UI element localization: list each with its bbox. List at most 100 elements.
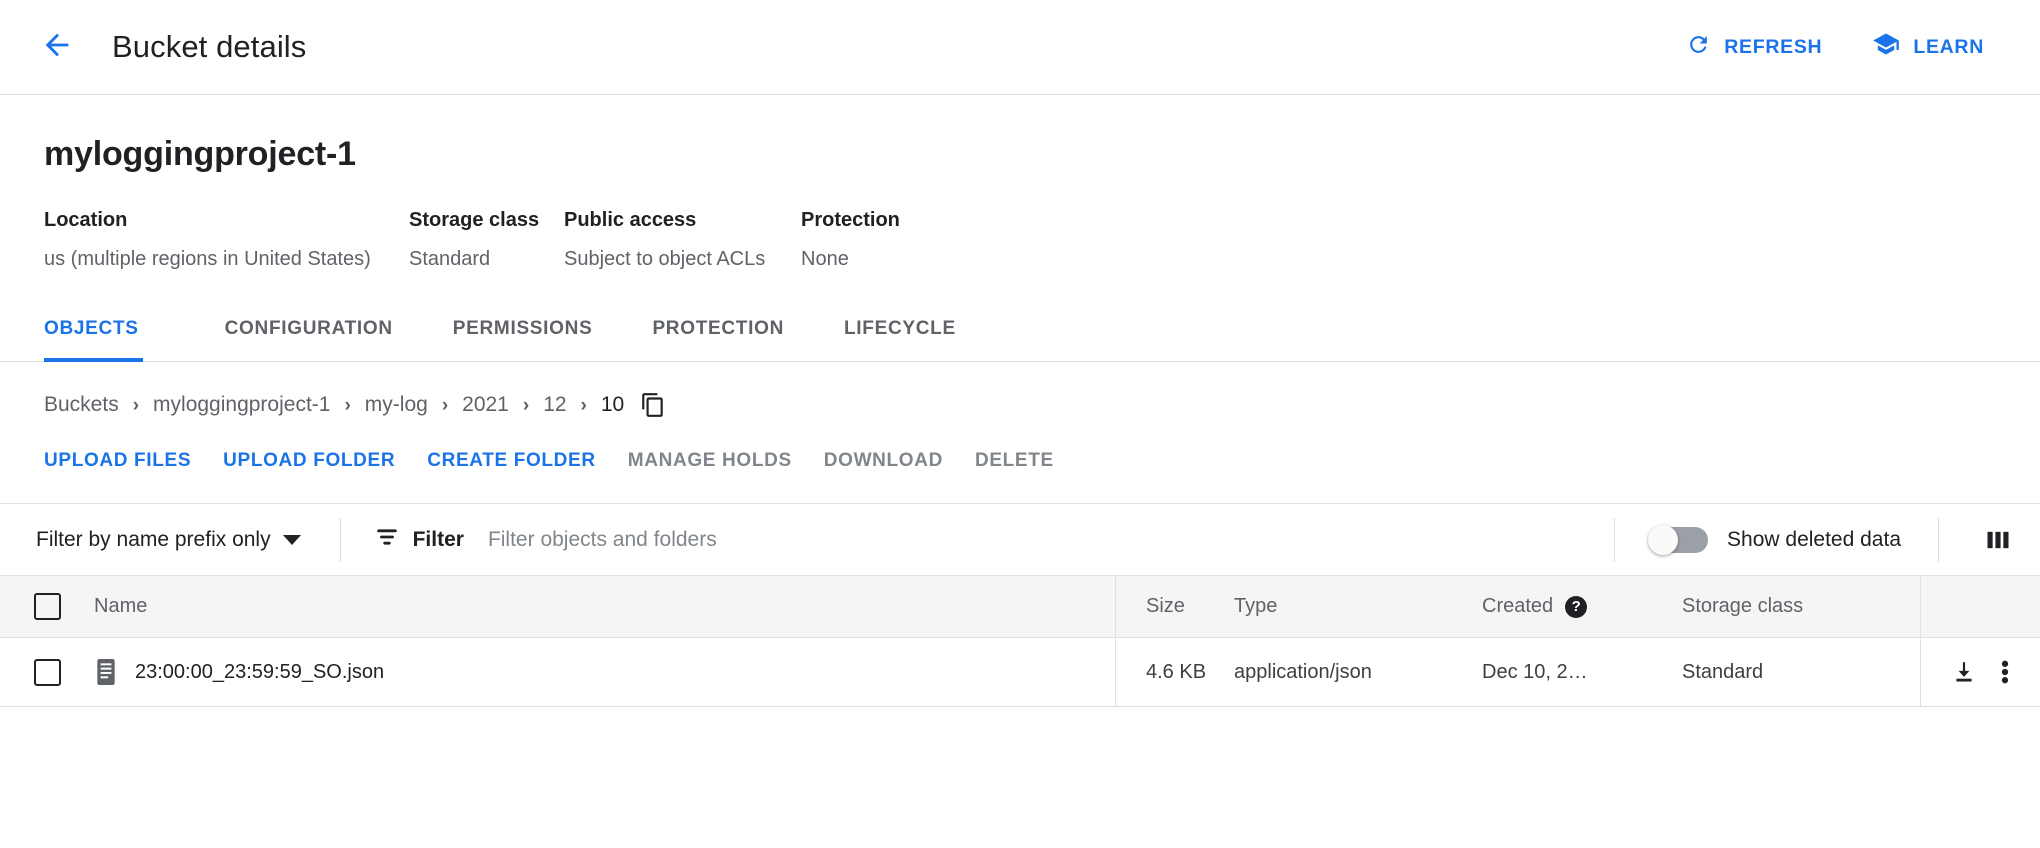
breadcrumb-item-12[interactable]: 12 [543, 393, 566, 417]
show-deleted-data-toggle[interactable]: Show deleted data [1648, 525, 1905, 555]
filter-button[interactable]: Filter [374, 524, 464, 556]
column-header-type-label: Type [1234, 595, 1277, 617]
bucket-name: myloggingproject-1 [44, 135, 1996, 174]
tab-configuration[interactable]: CONFIGURATION [195, 318, 423, 361]
cell-object-name[interactable]: 23:00:00_23:59:59_SO.json [94, 638, 1116, 706]
breadcrumb-separator-icon: › [133, 396, 139, 415]
cell-object-type: application/json [1234, 661, 1482, 684]
learn-button[interactable]: LEARN [1858, 20, 1998, 74]
columns-icon[interactable] [1972, 514, 2024, 566]
tab-objects-label: OBJECTS [44, 318, 139, 339]
tab-protection-label: PROTECTION [652, 318, 784, 339]
meta-storage-class-value: Standard [409, 248, 564, 271]
bucket-tabs: OBJECTS CONFIGURATION PERMISSIONS PROTEC… [0, 318, 2040, 362]
meta-public-access-label: Public access [564, 209, 801, 232]
select-all-cell [0, 593, 94, 620]
object-created-label: Dec 10, 2… [1482, 661, 1588, 684]
arrow-left-icon [40, 28, 74, 67]
objects-table: Name Size Type Created ? Storage class 2… [0, 575, 2040, 707]
breadcrumb-item-buckets[interactable]: Buckets [44, 393, 119, 417]
meta-protection-value: None [801, 248, 1001, 271]
filter-bar: Filter by name prefix only Filter Show d… [0, 503, 2040, 575]
tab-objects[interactable]: OBJECTS [44, 318, 169, 361]
filter-bar-divider [340, 518, 341, 562]
filter-mode-label: Filter by name prefix only [36, 528, 271, 552]
column-header-created-label: Created [1482, 595, 1553, 618]
column-header-type[interactable]: Type [1234, 595, 1482, 618]
table-header-row: Name Size Type Created ? Storage class [0, 576, 2040, 638]
breadcrumb-item-bucket[interactable]: myloggingproject-1 [153, 393, 330, 417]
column-header-created[interactable]: Created ? [1482, 595, 1682, 618]
back-button[interactable] [30, 20, 84, 74]
meta-location-label: Location [44, 209, 409, 232]
object-actions-toolbar: UPLOAD FILES UPLOAD FOLDER CREATE FOLDER… [0, 420, 2040, 484]
meta-location: Location us (multiple regions in United … [44, 209, 409, 271]
object-size-label: 4.6 KB [1146, 661, 1206, 683]
meta-protection: Protection None [801, 209, 1001, 271]
column-header-actions [1920, 576, 2040, 637]
row-select-cell [0, 659, 94, 686]
meta-storage-class-label: Storage class [409, 209, 564, 232]
breadcrumb-item-2021[interactable]: 2021 [462, 393, 509, 417]
tab-permissions[interactable]: PERMISSIONS [423, 318, 623, 361]
more-vert-icon[interactable] [2001, 658, 2009, 686]
show-deleted-divider [1614, 518, 1615, 562]
column-header-size-label: Size [1146, 595, 1185, 617]
tab-configuration-label: CONFIGURATION [225, 318, 393, 339]
graduation-cap-icon [1872, 30, 1900, 64]
row-checkbox[interactable] [34, 659, 61, 686]
meta-storage-class: Storage class Standard [409, 209, 564, 271]
page-title: Bucket details [112, 29, 306, 65]
toggle-knob [1648, 525, 1678, 555]
filter-list-icon [374, 524, 400, 556]
column-header-size[interactable]: Size [1116, 595, 1234, 618]
help-icon[interactable]: ? [1565, 596, 1587, 618]
upload-folder-button[interactable]: UPLOAD FOLDER [207, 438, 411, 484]
column-header-storage-class-label: Storage class [1682, 595, 1803, 617]
filter-mode-select[interactable]: Filter by name prefix only [30, 520, 307, 560]
breadcrumb-separator-icon: › [581, 396, 587, 415]
meta-protection-label: Protection [801, 209, 1001, 232]
filter-button-label: Filter [413, 528, 464, 552]
breadcrumb-item-my-log[interactable]: my-log [365, 393, 428, 417]
cell-object-size: 4.6 KB [1116, 661, 1234, 684]
object-name-label: 23:00:00_23:59:59_SO.json [135, 661, 384, 684]
create-folder-button[interactable]: CREATE FOLDER [411, 438, 612, 484]
toggle-switch[interactable] [1648, 525, 1708, 555]
object-type-label: application/json [1234, 661, 1372, 683]
delete-button: DELETE [959, 438, 1070, 484]
tab-lifecycle-label: LIFECYCLE [844, 318, 956, 339]
app-bar: Bucket details REFRESH LEARN [0, 0, 2040, 95]
json-file-icon [94, 659, 118, 685]
breadcrumb: Buckets › myloggingproject-1 › my-log › … [0, 362, 2040, 420]
select-all-checkbox[interactable] [34, 593, 61, 620]
cell-object-created: Dec 10, 2… [1482, 661, 1682, 684]
table-row[interactable]: 23:00:00_23:59:59_SO.json 4.6 KB applica… [0, 638, 2040, 707]
refresh-label: REFRESH [1724, 36, 1822, 59]
filter-input[interactable] [488, 522, 1008, 558]
upload-files-button[interactable]: UPLOAD FILES [28, 438, 207, 484]
column-header-name[interactable]: Name [94, 576, 1116, 637]
refresh-button[interactable]: REFRESH [1672, 22, 1836, 73]
column-header-name-label: Name [94, 595, 147, 618]
meta-location-value: us (multiple regions in United States) [44, 248, 409, 271]
object-storage-class-label: Standard [1682, 661, 1763, 683]
bucket-summary: myloggingproject-1 Location us (multiple… [0, 95, 2040, 271]
row-actions [1920, 638, 2040, 706]
manage-holds-button: MANAGE HOLDS [612, 438, 808, 484]
tab-permissions-label: PERMISSIONS [453, 318, 593, 339]
column-header-storage-class[interactable]: Storage class [1682, 595, 1920, 618]
download-icon[interactable] [1951, 659, 1977, 685]
breadcrumb-separator-icon: › [442, 396, 448, 415]
breadcrumb-separator-icon: › [344, 396, 350, 415]
learn-label: LEARN [1913, 36, 1984, 59]
columns-divider [1938, 518, 1939, 562]
copy-icon[interactable] [638, 390, 668, 420]
chevron-down-icon [283, 535, 301, 545]
tab-lifecycle[interactable]: LIFECYCLE [814, 318, 986, 361]
meta-public-access: Public access Subject to object ACLs [564, 209, 801, 271]
breadcrumb-item-10: 10 [601, 393, 624, 417]
cell-object-storage-class: Standard [1682, 661, 1920, 684]
show-deleted-data-label: Show deleted data [1727, 528, 1901, 552]
tab-protection[interactable]: PROTECTION [622, 318, 814, 361]
